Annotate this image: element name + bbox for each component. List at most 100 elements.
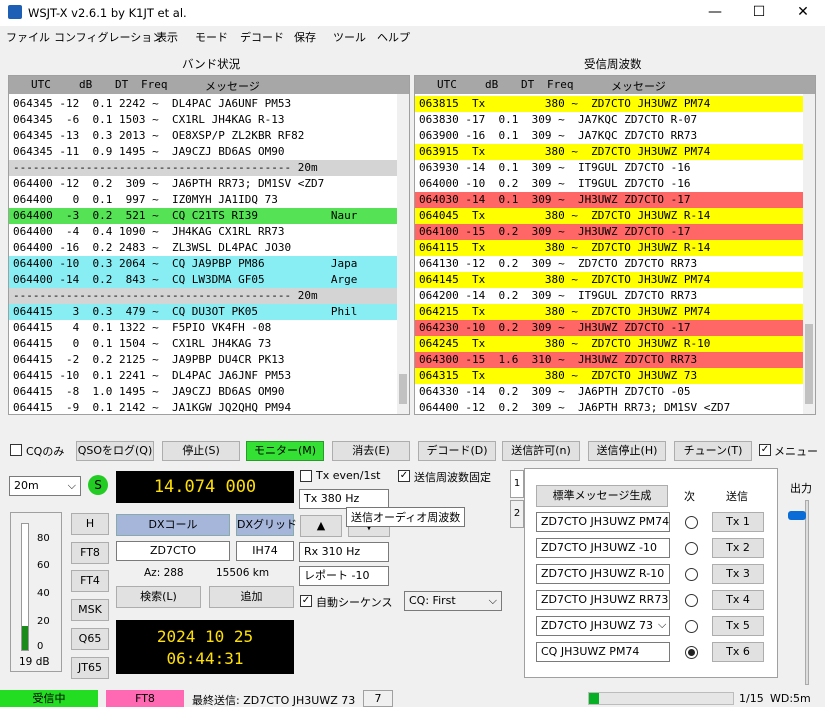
next-radio-2[interactable] xyxy=(685,542,698,555)
generate-std-msgs-button[interactable]: 標準メッセージ生成 xyxy=(536,485,668,507)
next-radio-1[interactable] xyxy=(685,516,698,529)
list-item[interactable]: 064245 Tx 380 ~ ZD7CTO JH3UWZ R-10 xyxy=(415,336,803,352)
auto-seq-checkbox[interactable]: ✓ xyxy=(300,595,312,607)
list-item[interactable]: 064400 -3 0.2 521 ~ CQ C21TS RI39 Naur xyxy=(9,208,397,224)
cq-first-select[interactable]: CQ: First ⌵ xyxy=(404,591,502,611)
menu-help[interactable]: ヘルプ xyxy=(377,29,410,45)
list-item[interactable]: 064215 Tx 380 ~ ZD7CTO JH3UWZ PM74 xyxy=(415,304,803,320)
list-item[interactable]: ----------------------------------------… xyxy=(9,288,397,304)
band-activity-panel[interactable]: UTC dB DT Freq メッセージ 064345 -12 0.1 2242… xyxy=(8,75,410,415)
list-item[interactable]: 064345 -11 0.9 1495 ~ JA9CZJ BD6AS OM90 xyxy=(9,144,397,160)
next-radio-6[interactable] xyxy=(685,646,698,659)
list-item[interactable]: 064330 -14 0.2 309 ~ JA6PTH ZD7CTO -05 xyxy=(415,384,803,400)
list-item[interactable]: 064045 Tx 380 ~ ZD7CTO JH3UWZ R-14 xyxy=(415,208,803,224)
mode-jt65-button[interactable]: JT65 xyxy=(71,657,109,679)
log-qso-button[interactable]: QSOをログ(Q) xyxy=(76,441,154,461)
mode-ft8-button[interactable]: FT8 xyxy=(71,542,109,564)
list-item[interactable]: 064415 -8 1.0 1495 ~ JA9CZJ BD6AS OM90 xyxy=(9,384,397,400)
message-3-input[interactable]: ZD7CTO JH3UWZ R-10 xyxy=(536,564,670,584)
power-slider-handle[interactable] xyxy=(788,511,806,520)
cq-only-checkbox[interactable] xyxy=(10,444,22,456)
rx-frequency-panel[interactable]: UTC dB DT Freq メッセージ 063815 Tx 380 ~ ZD7… xyxy=(414,75,816,415)
dx-call-button[interactable]: DXコール xyxy=(116,514,230,536)
menu-mode[interactable]: モード xyxy=(195,29,228,45)
list-item[interactable]: 064400 -14 0.2 843 ~ CQ LW3DMA GF05 Arge xyxy=(9,272,397,288)
tx1-button[interactable]: Tx 1 xyxy=(712,512,764,532)
dx-grid-input[interactable]: IH74 xyxy=(236,541,294,561)
list-item[interactable]: 064345 -13 0.3 2013 ~ OE8XSP/P ZL2KBR RF… xyxy=(9,128,397,144)
list-item[interactable]: 064145 Tx 380 ~ ZD7CTO JH3UWZ PM74 xyxy=(415,272,803,288)
halt-tx-button[interactable]: 送信停止(H) xyxy=(588,441,666,461)
rx-frequency-spinbox[interactable]: Rx 310 Hz xyxy=(299,542,389,562)
decode-button[interactable]: デコード(D) xyxy=(418,441,496,461)
list-item[interactable]: 064415 -10 0.1 2241 ~ DL4PAC JA6JNF PM53 xyxy=(9,368,397,384)
enable-tx-button[interactable]: 送信許可(n) xyxy=(502,441,580,461)
dx-call-input[interactable]: ZD7CTO xyxy=(116,541,230,561)
list-item[interactable]: ----------------------------------------… xyxy=(9,160,397,176)
menu-save[interactable]: 保存 xyxy=(294,29,316,45)
tx-even-checkbox[interactable] xyxy=(300,470,312,482)
list-item[interactable]: 063915 Tx 380 ~ ZD7CTO JH3UWZ PM74 xyxy=(415,144,803,160)
menu-decode[interactable]: デコード xyxy=(240,29,284,45)
power-slider-track[interactable] xyxy=(805,500,809,685)
list-item[interactable]: 064400 -12 0.2 309 ~ JA6PTH RR73; DM1SV … xyxy=(9,176,397,192)
list-item[interactable]: 064415 -2 0.2 2125 ~ JA9PBP DU4CR PK13 xyxy=(9,352,397,368)
menu-file[interactable]: ファイル xyxy=(6,29,50,45)
rx-frequency-scrollbar[interactable] xyxy=(803,94,815,414)
close-button[interactable]: ✕ xyxy=(781,0,825,26)
tab-1[interactable]: 1 xyxy=(510,470,524,498)
list-item[interactable]: 063815 Tx 380 ~ ZD7CTO JH3UWZ PM74 xyxy=(415,96,803,112)
next-radio-4[interactable] xyxy=(685,594,698,607)
rx-frequency-rows[interactable]: 063815 Tx 380 ~ ZD7CTO JH3UWZ PM74 063830… xyxy=(415,96,803,414)
maximize-button[interactable]: ☐ xyxy=(737,0,781,26)
list-item[interactable]: 064415 0 0.1 1504 ~ CX1RL JH4KAG 73 xyxy=(9,336,397,352)
tx3-button[interactable]: Tx 3 xyxy=(712,564,764,584)
menu-tools[interactable]: ツール xyxy=(333,29,366,45)
list-item[interactable]: 064115 Tx 380 ~ ZD7CTO JH3UWZ R-14 xyxy=(415,240,803,256)
mode-q65-button[interactable]: Q65 xyxy=(71,628,109,650)
list-item[interactable]: 064100 -15 0.2 309 ~ JH3UWZ ZD7CTO -17 xyxy=(415,224,803,240)
message-6-input[interactable]: CQ JH3UWZ PM74 xyxy=(536,642,670,662)
list-item[interactable]: 064030 -14 0.1 309 ~ JH3UWZ ZD7CTO -17 xyxy=(415,192,803,208)
mode-h-button[interactable]: H xyxy=(71,513,109,535)
tune-button[interactable]: チューン(T) xyxy=(674,441,752,461)
tab-2[interactable]: 2 xyxy=(510,500,524,528)
tx2-button[interactable]: Tx 2 xyxy=(712,538,764,558)
list-item[interactable]: 064400 -4 0.4 1090 ~ JH4KAG CX1RL RR73 xyxy=(9,224,397,240)
band-select[interactable]: 20m ⌵ xyxy=(9,476,81,496)
list-item[interactable]: 064400 -12 0.2 309 ~ JA6PTH RR73; DM1SV … xyxy=(415,400,803,414)
tx-frequency-spinbox[interactable]: Tx 380 Hz xyxy=(299,489,389,509)
list-item[interactable]: 064315 Tx 380 ~ ZD7CTO JH3UWZ 73 xyxy=(415,368,803,384)
next-radio-5[interactable] xyxy=(685,620,698,633)
minimize-button[interactable]: — xyxy=(693,0,737,26)
stop-button[interactable]: 停止(S) xyxy=(162,441,240,461)
add-button[interactable]: 追加 xyxy=(209,586,294,608)
list-item[interactable]: 064130 -12 0.2 309 ~ ZD7CTO ZD7CTO RR73 xyxy=(415,256,803,272)
lookup-button[interactable]: 検索(L) xyxy=(116,586,201,608)
report-spinbox[interactable]: レポート -10 xyxy=(299,566,389,586)
list-item[interactable]: 064300 -15 1.6 310 ~ JH3UWZ ZD7CTO RR73 xyxy=(415,352,803,368)
message-1-input[interactable]: ZD7CTO JH3UWZ PM74 xyxy=(536,512,670,532)
next-radio-3[interactable] xyxy=(685,568,698,581)
menu-view[interactable]: 表示 xyxy=(156,29,178,45)
list-item[interactable]: 063930 -14 0.1 309 ~ IT9GUL ZD7CTO -16 xyxy=(415,160,803,176)
list-item[interactable]: 063830 -17 0.1 309 ~ JA7KQC ZD7CTO R-07 xyxy=(415,112,803,128)
tx5-button[interactable]: Tx 5 xyxy=(712,616,764,636)
list-item[interactable]: 063900 -16 0.1 309 ~ JA7KQC ZD7CTO RR73 xyxy=(415,128,803,144)
message-2-input[interactable]: ZD7CTO JH3UWZ -10 xyxy=(536,538,670,558)
menus-checkbox[interactable]: ✓ xyxy=(759,444,771,456)
tx4-button[interactable]: Tx 4 xyxy=(712,590,764,610)
list-item[interactable]: 064345 -6 0.1 1503 ~ CX1RL JH4KAG R-13 xyxy=(9,112,397,128)
mode-ft4-button[interactable]: FT4 xyxy=(71,570,109,592)
list-item[interactable]: 064230 -10 0.2 309 ~ JH3UWZ ZD7CTO -17 xyxy=(415,320,803,336)
list-item[interactable]: 064400 -10 0.3 2064 ~ CQ JA9PBP PM86 Jap… xyxy=(9,256,397,272)
list-item[interactable]: 064400 0 0.1 997 ~ IZ0MYH JA1IDQ 73 xyxy=(9,192,397,208)
list-item[interactable]: 064415 3 0.3 479 ~ CQ DU3OT PK05 Phil xyxy=(9,304,397,320)
hold-tx-freq-checkbox[interactable]: ✓ xyxy=(398,470,410,482)
message-5-input[interactable]: ZD7CTO JH3UWZ 73 xyxy=(536,616,670,636)
band-activity-rows[interactable]: 064345 -12 0.1 2242 ~ DL4PAC JA6UNF PM53… xyxy=(9,96,397,414)
band-activity-scrollbar[interactable] xyxy=(397,94,409,414)
list-item[interactable]: 064415 4 0.1 1322 ~ F5PIO VK4FH -08 xyxy=(9,320,397,336)
list-item[interactable]: 064415 -9 0.1 2142 ~ JA1KGW JQ2QHQ PM94 xyxy=(9,400,397,414)
message-4-input[interactable]: ZD7CTO JH3UWZ RR73 xyxy=(536,590,670,610)
